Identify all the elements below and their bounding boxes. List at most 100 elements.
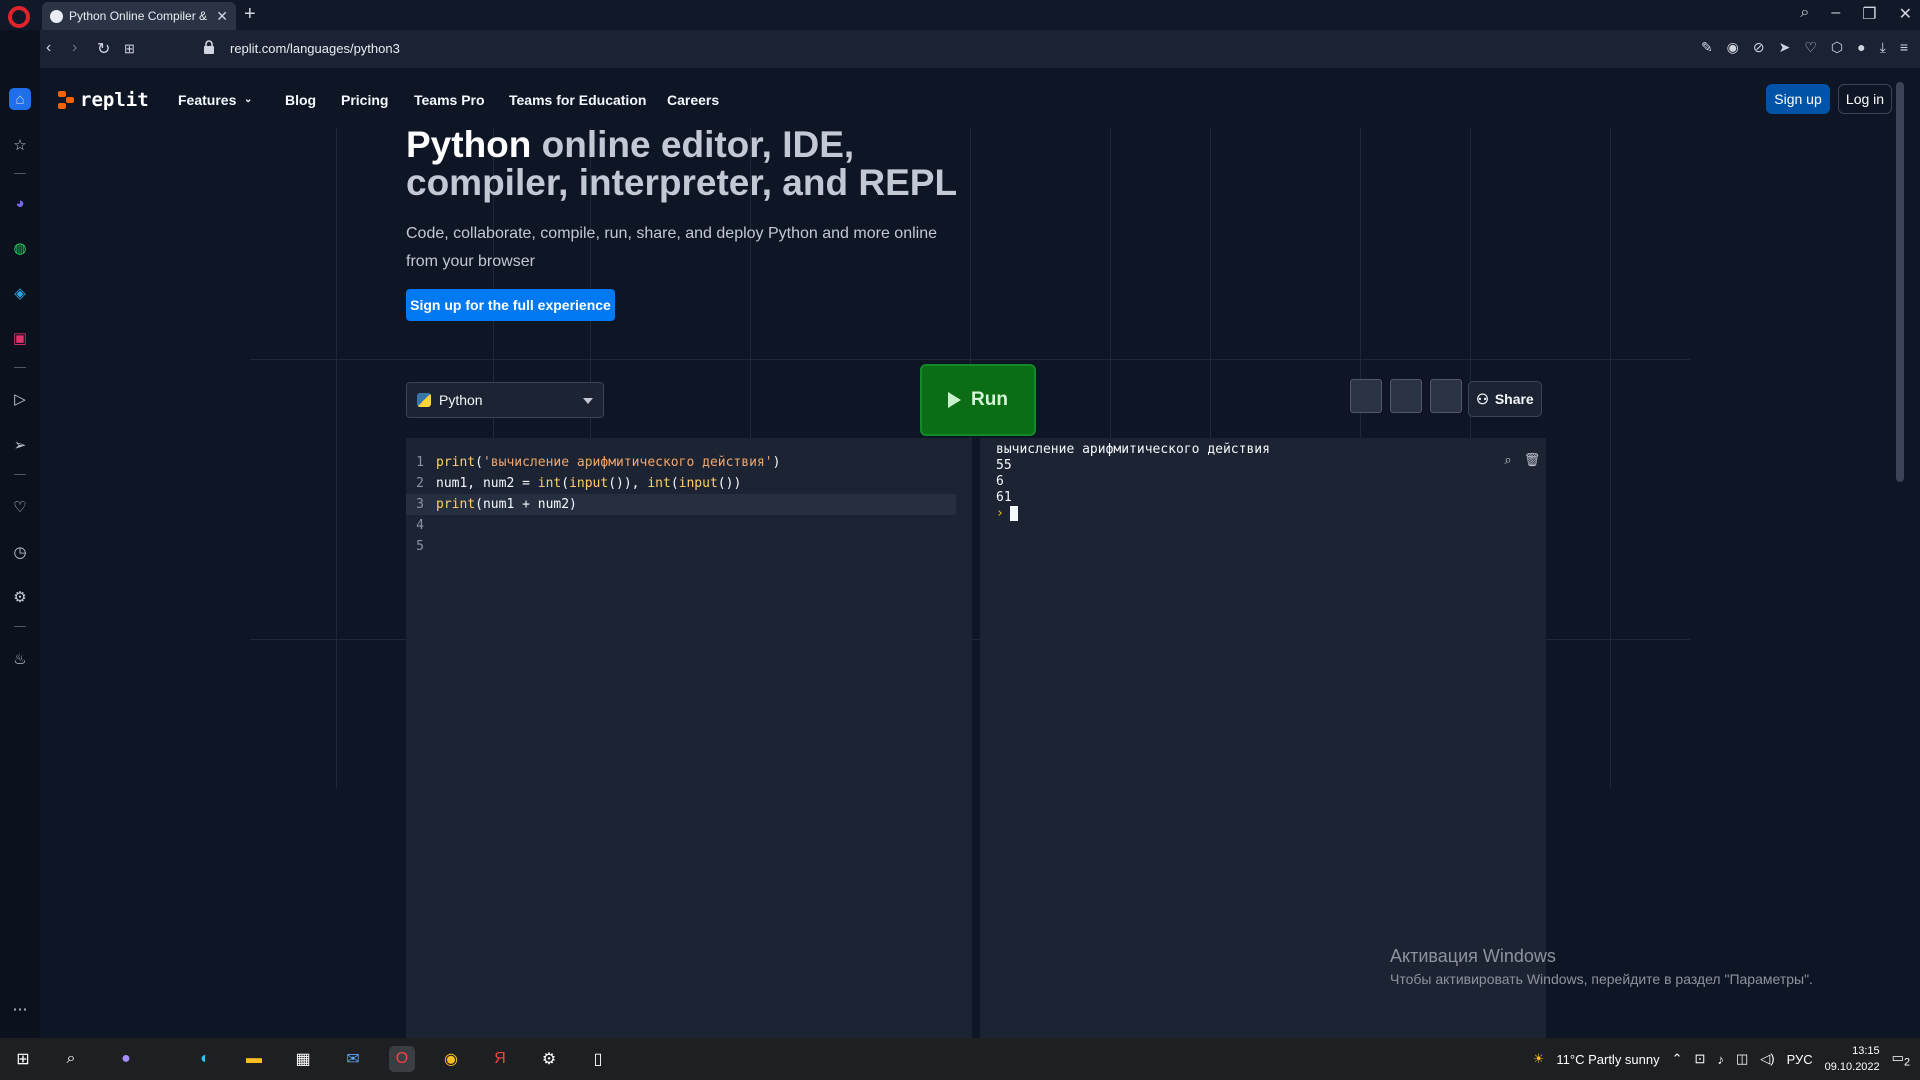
steam-icon[interactable]: ⚙ [536,1046,562,1072]
messenger-icon[interactable]: ◕ [9,192,31,214]
menu-icon[interactable]: ≡ [1900,39,1908,56]
network-icon[interactable]: ⊡ [1695,1051,1706,1067]
nav-teams-education[interactable]: Teams for Education [509,92,646,108]
forward-icon[interactable]: › [72,39,77,57]
close-window-icon[interactable]: ✕ [1899,4,1912,24]
minimize-icon[interactable]: – [1831,4,1840,24]
notification-icon[interactable]: ▭2 [1892,1050,1910,1069]
notepad-icon[interactable]: ▯ [585,1046,611,1072]
line-number: 2 [416,476,424,491]
nav-careers[interactable]: Careers [667,92,719,108]
opera-icon[interactable]: O [389,1046,415,1072]
code-line[interactable]: 2 num1, num2 = int(input()), int(input()) [406,473,956,494]
console-output-line: вычисление арифмитического действия [996,442,1270,457]
trash-icon[interactable]: 🗑 [1524,452,1541,468]
input-language[interactable]: РУС [1787,1052,1813,1067]
chevron-down-icon[interactable]: ⌄ [244,94,252,105]
volume-icon[interactable]: ◁) [1760,1051,1774,1067]
tab-title: Python Online Compiler & [69,9,208,23]
code-line[interactable]: 3 print(num1 + num2) [406,494,956,515]
yandex-icon[interactable]: Я [487,1046,513,1072]
player-icon[interactable]: ▷ [9,388,31,410]
replit-logo[interactable]: replit [58,89,149,111]
clock-time: 13:15 [1852,1045,1880,1057]
settings-icon[interactable]: ⚙ [9,586,31,608]
avatar[interactable] [1390,379,1422,413]
nav-pricing[interactable]: Pricing [341,92,388,108]
opera-logo-icon[interactable] [8,6,30,28]
send-icon[interactable]: ➤ [1779,39,1791,56]
line-number: 3 [416,497,424,512]
code-line[interactable]: 5 [406,536,956,557]
camera-icon[interactable]: ◉ [1727,39,1739,56]
code-text: print('вычисление арифмитического действ… [436,455,781,470]
clock[interactable]: 13:15 09.10.2022 [1825,1043,1880,1075]
search-icon[interactable]: ⌕ [58,1046,84,1072]
cube-icon[interactable]: ⬡ [1831,39,1843,56]
notification-count: 2 [1903,1056,1910,1069]
run-button[interactable]: Run [920,364,1036,436]
signup-cta-button[interactable]: Sign up for the full experience [406,289,615,321]
search-tabs-icon[interactable]: ⌕ [1800,4,1809,24]
avatar-group [1350,379,1462,413]
instagram-icon[interactable]: ▣ [9,327,31,349]
chevron-up-icon[interactable]: ⌃ [1672,1051,1683,1067]
weather-text[interactable]: 11°C Partly sunny [1556,1052,1659,1067]
chrome-icon[interactable]: ◉ [438,1046,464,1072]
edit-icon[interactable]: ✎ [1701,39,1713,56]
download-icon[interactable]: ⤓ [1880,39,1886,56]
url-field[interactable]: replit.com/languages/python3 [230,41,400,56]
cortana-icon[interactable]: ● [113,1046,139,1072]
nav-teams-pro[interactable]: Teams Pro [414,92,485,108]
flow-icon[interactable]: ➢ [9,434,31,456]
language-label: Python [439,392,483,408]
star-icon[interactable]: ☆ [9,134,31,156]
tabs-grid-icon[interactable]: ⊞ [124,41,135,57]
history-icon[interactable]: ◷ [9,541,31,563]
restore-icon[interactable]: ❐ [1862,4,1876,24]
sidebar-divider [14,474,26,475]
mail-icon[interactable]: ✉ [340,1046,366,1072]
line-number: 4 [416,518,424,533]
back-icon[interactable]: ‹ [46,39,51,57]
file-explorer-icon[interactable]: ▬ [241,1046,267,1072]
code-text: num1, num2 = int(input()), int(input()) [436,476,742,491]
avatar[interactable] [1430,379,1462,413]
page-scrollbar[interactable] [1896,82,1904,482]
login-button[interactable]: Log in [1838,84,1892,114]
wifi-icon[interactable]: ◫ [1736,1051,1748,1067]
adblock-icon[interactable]: ⊘ [1753,39,1765,56]
share-button[interactable]: ⚇ Share [1468,381,1542,417]
profile-icon[interactable]: ● [1857,39,1865,56]
avatar[interactable] [1350,379,1382,413]
signup-button[interactable]: Sign up [1766,84,1830,114]
new-tab-icon[interactable]: + [244,3,256,26]
sidebar-divider [14,626,26,627]
home-icon[interactable]: ⌂ [9,88,31,110]
code-line[interactable]: 4 [406,515,956,536]
close-tab-icon[interactable]: ✕ [216,8,228,25]
console-prompt[interactable]: › [996,506,1018,522]
logo-text: replit [80,89,149,111]
mic-icon[interactable]: ♪ [1717,1052,1724,1067]
lock-icon[interactable] [203,40,215,54]
search-icon[interactable]: ⌕ [1500,452,1516,468]
code-line[interactable]: 1 print('вычисление арифмитического дейст… [406,452,956,473]
store-icon[interactable]: ▦ [290,1046,316,1072]
add-user-icon: ⚇ [1476,390,1489,407]
favorites-icon[interactable]: ♡ [9,496,31,518]
reload-icon[interactable]: ↻ [97,39,110,59]
edge-icon[interactable]: ◐ [192,1046,218,1072]
nav-blog[interactable]: Blog [285,92,316,108]
windows-start-icon[interactable]: ⊞ [10,1046,36,1072]
whatsapp-icon[interactable]: ◍ [9,237,31,259]
browser-tab[interactable]: Python Online Compiler & ✕ [42,2,236,30]
telegram-icon[interactable]: ◈ [9,282,31,304]
more-icon[interactable]: ⋯ [9,998,31,1020]
language-select[interactable]: Python [406,382,604,418]
code-editor[interactable]: 1 print('вычисление арифмитического дейст… [406,438,972,1038]
nav-features[interactable]: Features [178,92,236,108]
heart-icon[interactable]: ♡ [1804,39,1817,56]
tips-icon[interactable]: ♨ [9,648,31,670]
play-icon [948,392,962,408]
